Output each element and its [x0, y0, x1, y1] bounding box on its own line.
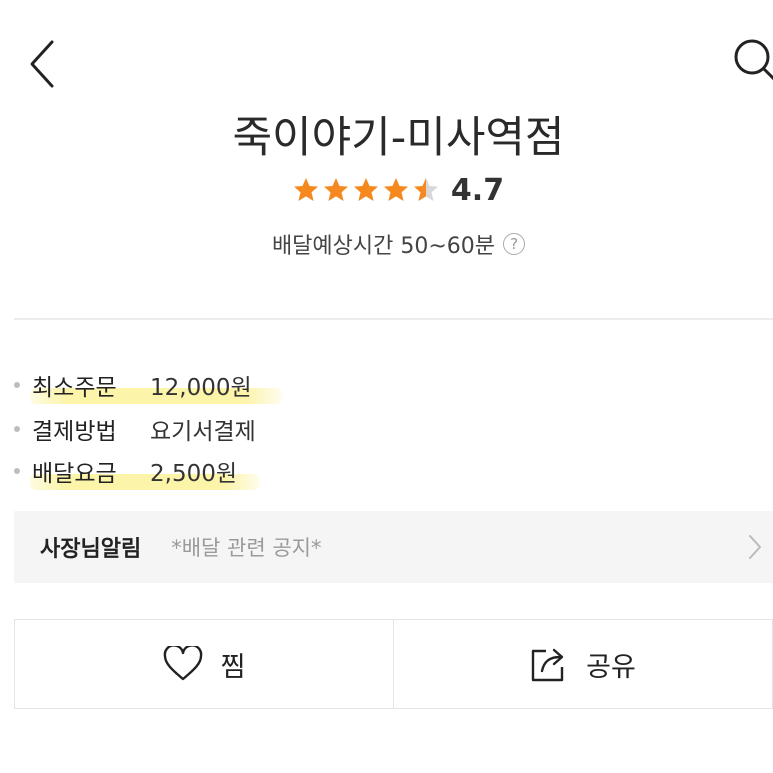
action-bar: 찜 공유: [14, 619, 773, 709]
owner-notice[interactable]: 사장님알림 *배달 관련 공지*: [14, 511, 773, 583]
info-value: 요기서결제: [150, 419, 256, 445]
share-label: 공유: [586, 651, 636, 683]
notice-title: 사장님알림: [40, 537, 142, 562]
bullet: [14, 382, 20, 388]
bullet: [14, 426, 20, 432]
share-button[interactable]: 공유: [393, 620, 772, 708]
info-label: 최소주문: [32, 375, 117, 401]
heart-icon: [163, 646, 202, 681]
delivery-time-text: 배달예상시간 50~60분: [271, 234, 496, 259]
rating-row: 4.7: [0, 168, 773, 212]
back-button[interactable]: [22, 36, 66, 92]
star-icon: [323, 178, 348, 201]
divider: [14, 318, 773, 320]
chevron-right-icon: [749, 535, 761, 559]
info-label: 결제방법: [32, 419, 117, 445]
info-row-min-order: 최소주문 12,000원: [0, 365, 282, 405]
star-icon: [413, 178, 438, 201]
search-icon: [734, 39, 773, 81]
store-name: 죽이야기-미사역점: [232, 113, 565, 163]
favorite-label: 찜: [220, 651, 246, 683]
info-row-delivery-fee: 배달요금 2,500원: [0, 451, 260, 491]
info-value: 12,000원: [150, 375, 252, 401]
search-button[interactable]: [726, 36, 773, 86]
bullet: [14, 468, 20, 474]
help-icon[interactable]: ?: [503, 233, 526, 255]
star-icon: [383, 178, 408, 201]
share-icon: [531, 648, 564, 682]
star-icon: [293, 178, 318, 201]
star-icon: [353, 178, 378, 201]
rating-stars: [293, 177, 439, 203]
info-row-payment: 결제방법 요기서결제: [0, 409, 256, 449]
favorite-button[interactable]: 찜: [15, 620, 393, 708]
info-label: 배달요금: [32, 461, 117, 487]
back-arrow-icon: [30, 40, 54, 88]
info-value: 2,500원: [150, 461, 238, 487]
rating-value: 4.7: [450, 172, 505, 208]
delivery-time-row: 배달예상시간 50~60분 ?: [0, 226, 773, 262]
notice-text: *배달 관련 공지*: [171, 536, 322, 560]
